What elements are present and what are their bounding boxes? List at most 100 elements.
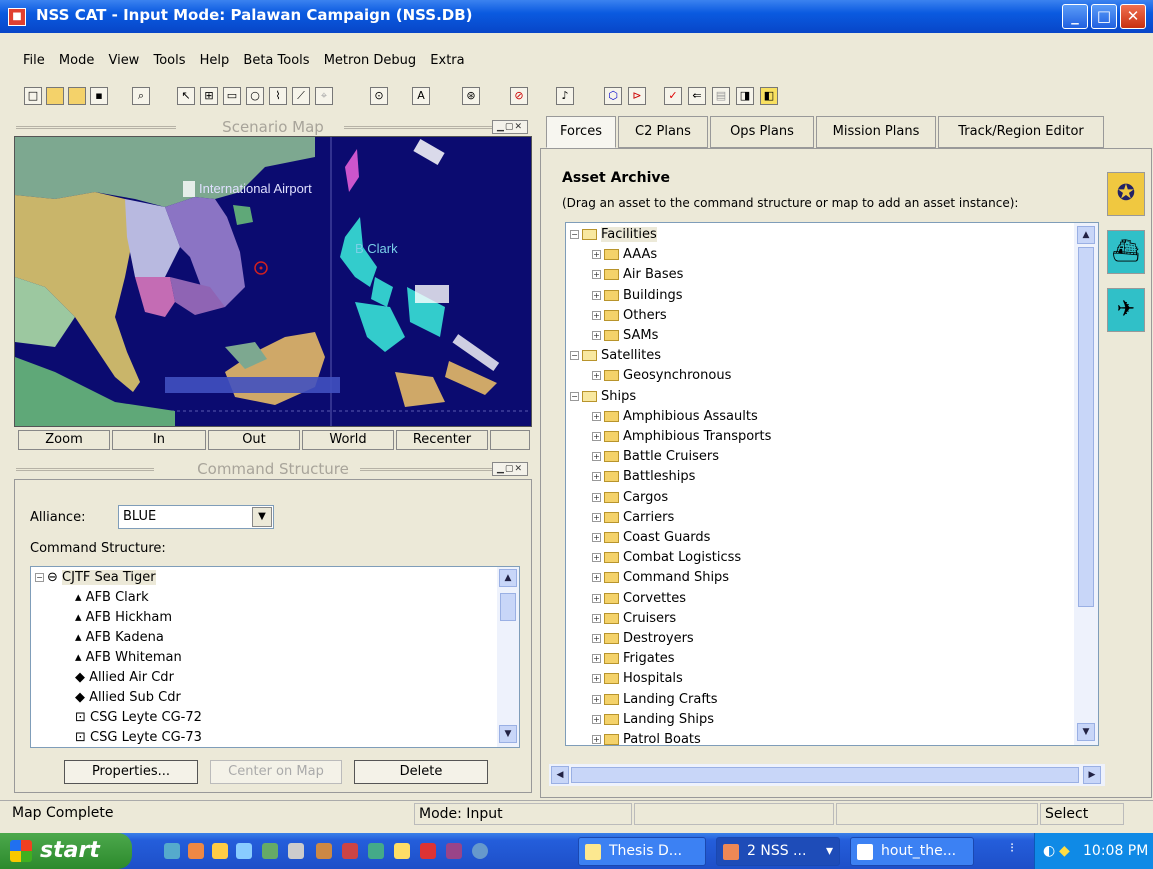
rectangle-icon[interactable]: ▭: [223, 87, 241, 105]
asset-tree-scrollbar[interactable]: ▲ ▼: [1074, 223, 1098, 745]
menu-metron-debug[interactable]: Metron Debug: [319, 51, 421, 70]
expand-icon[interactable]: +: [592, 492, 601, 502]
expand-icon[interactable]: +: [592, 250, 601, 260]
extra-map-button[interactable]: [490, 430, 530, 450]
task-thesis[interactable]: Thesis D...: [578, 837, 706, 866]
emblem-icon[interactable]: ✪: [1107, 172, 1145, 216]
collapse-icon[interactable]: −: [35, 573, 44, 582]
expand-icon[interactable]: +: [592, 553, 601, 563]
alliance-select[interactable]: BLUE ▼: [118, 505, 274, 529]
expand-icon[interactable]: +: [592, 573, 601, 583]
tab-mission-plans[interactable]: Mission Plans: [816, 116, 936, 148]
properties-button[interactable]: Properties...: [64, 760, 198, 784]
scroll-left-icon[interactable]: ◀: [551, 766, 569, 784]
tree-item[interactable]: + Cruisers: [592, 609, 676, 629]
quicklaunch-ie-icon[interactable]: [164, 843, 180, 859]
center-on-map-button[interactable]: Center on Map: [210, 760, 342, 784]
fan-tool-icon[interactable]: ⊳: [628, 87, 646, 105]
region-icon[interactable]: ⟋: [292, 87, 310, 105]
page-icon[interactable]: ◨: [736, 87, 754, 105]
tab-forces[interactable]: Forces: [546, 116, 616, 148]
tray-expand-icon[interactable]: ⁝: [1010, 841, 1014, 856]
expand-icon[interactable]: +: [592, 432, 601, 441]
menu-beta-tools[interactable]: Beta Tools: [238, 51, 314, 70]
tree-item[interactable]: + Battle Cruisers: [592, 447, 719, 467]
tree-node[interactable]: ◆ Allied Sub Cdr: [75, 688, 181, 708]
tree-item[interactable]: + Coast Guards: [592, 528, 710, 548]
scroll-thumb[interactable]: [1078, 247, 1094, 607]
expand-icon[interactable]: +: [592, 533, 601, 542]
track-icon[interactable]: ⌖: [315, 87, 333, 105]
tree-item[interactable]: + Amphibious Transports: [592, 427, 771, 447]
menu-extra[interactable]: Extra: [425, 51, 469, 70]
tree-node-root[interactable]: − ⊖ CJTF Sea Tiger: [35, 568, 156, 588]
menu-mode[interactable]: Mode: [54, 51, 99, 70]
save-icon[interactable]: ▪: [90, 87, 108, 105]
tree-item[interactable]: + Combat Logisticss: [592, 548, 741, 568]
tree-item[interactable]: + Landing Crafts: [592, 690, 718, 710]
chevron-down-icon[interactable]: ▾: [826, 838, 833, 865]
tree-node[interactable]: ▴ AFB Whiteman: [75, 648, 182, 668]
back-icon[interactable]: ⇐: [688, 87, 706, 105]
quicklaunch-red-icon[interactable]: [420, 843, 436, 859]
chevron-down-icon[interactable]: ▼: [252, 507, 272, 527]
tree-item[interactable]: + Air Bases: [592, 265, 683, 285]
expand-icon[interactable]: +: [592, 452, 601, 462]
polygon-tool-icon[interactable]: ⬡: [604, 87, 622, 105]
quicklaunch-triangle-icon[interactable]: [316, 843, 332, 859]
world-button[interactable]: World: [302, 430, 394, 450]
tree-item[interactable]: + Geosynchronous: [592, 366, 731, 386]
expand-icon[interactable]: +: [592, 654, 601, 664]
expand-icon[interactable]: +: [592, 411, 601, 421]
quicklaunch-folder-icon[interactable]: [212, 843, 228, 859]
print-icon[interactable]: ▤: [712, 87, 730, 105]
scroll-up-icon[interactable]: ▲: [1077, 226, 1095, 244]
tab-track-region-editor[interactable]: Track/Region Editor: [938, 116, 1104, 148]
scroll-right-icon[interactable]: ▶: [1083, 766, 1101, 784]
quicklaunch-search-icon[interactable]: [472, 843, 488, 859]
map-label-clark[interactable]: B Clark: [355, 241, 398, 256]
expand-icon[interactable]: +: [592, 512, 601, 522]
command-window-controls[interactable]: ▁▢✕: [492, 462, 528, 476]
tree-item[interactable]: + AAAs: [592, 245, 657, 265]
find-icon[interactable]: ⌕: [132, 87, 150, 105]
menu-help[interactable]: Help: [195, 51, 235, 70]
quicklaunch-media-icon[interactable]: [262, 843, 278, 859]
tree-item[interactable]: + Landing Ships: [592, 710, 714, 730]
quicklaunch-app-icon[interactable]: [188, 843, 204, 859]
zoom-button[interactable]: Zoom: [18, 430, 110, 450]
menu-tools[interactable]: Tools: [148, 51, 190, 70]
tree-node[interactable]: ▴ AFB Clark: [75, 588, 149, 608]
expand-icon[interactable]: +: [592, 331, 601, 340]
delete-button[interactable]: Delete: [354, 760, 488, 784]
map-window-controls[interactable]: ▁▢✕: [492, 120, 528, 134]
no-go-icon[interactable]: ⊘: [510, 87, 528, 105]
expand-icon[interactable]: +: [592, 634, 601, 643]
tree-item[interactable]: + Battleships: [592, 467, 695, 487]
expand-icon[interactable]: +: [592, 735, 601, 744]
menu-file[interactable]: File: [18, 51, 50, 70]
tree-node[interactable]: ⊡ CSG Leyte CG-73: [75, 728, 202, 747]
open-folder-icon[interactable]: [46, 87, 64, 105]
open-folder-2-icon[interactable]: [68, 87, 86, 105]
task-nss[interactable]: 2 NSS ... ▾: [716, 837, 840, 866]
tree-item[interactable]: + Amphibious Assaults: [592, 407, 758, 427]
tree-item[interactable]: + Patrol Boats: [592, 730, 701, 745]
expand-icon[interactable]: +: [592, 310, 601, 320]
close-button[interactable]: ✕: [1120, 4, 1146, 29]
aircraft-icon[interactable]: ✈: [1107, 288, 1145, 332]
tree-item[interactable]: + SAMs: [592, 326, 658, 346]
menu-view[interactable]: View: [103, 51, 144, 70]
tree-item[interactable]: + Hospitals: [592, 669, 683, 689]
scenario-map[interactable]: International Airport B Clark: [14, 136, 532, 427]
task-word[interactable]: hout_the...: [850, 837, 974, 866]
collapse-icon[interactable]: −: [570, 351, 579, 361]
zoom-in-button[interactable]: In: [112, 430, 206, 450]
scroll-thumb[interactable]: [500, 593, 516, 621]
tree-item[interactable]: + Frigates: [592, 649, 675, 669]
asset-hscrollbar[interactable]: ◀ ▶: [549, 764, 1105, 786]
tray-app-icon[interactable]: ◆: [1059, 833, 1070, 869]
collapse-icon[interactable]: −: [570, 230, 579, 239]
expand-icon[interactable]: +: [592, 371, 601, 381]
polyline-icon[interactable]: ⌇: [269, 87, 287, 105]
